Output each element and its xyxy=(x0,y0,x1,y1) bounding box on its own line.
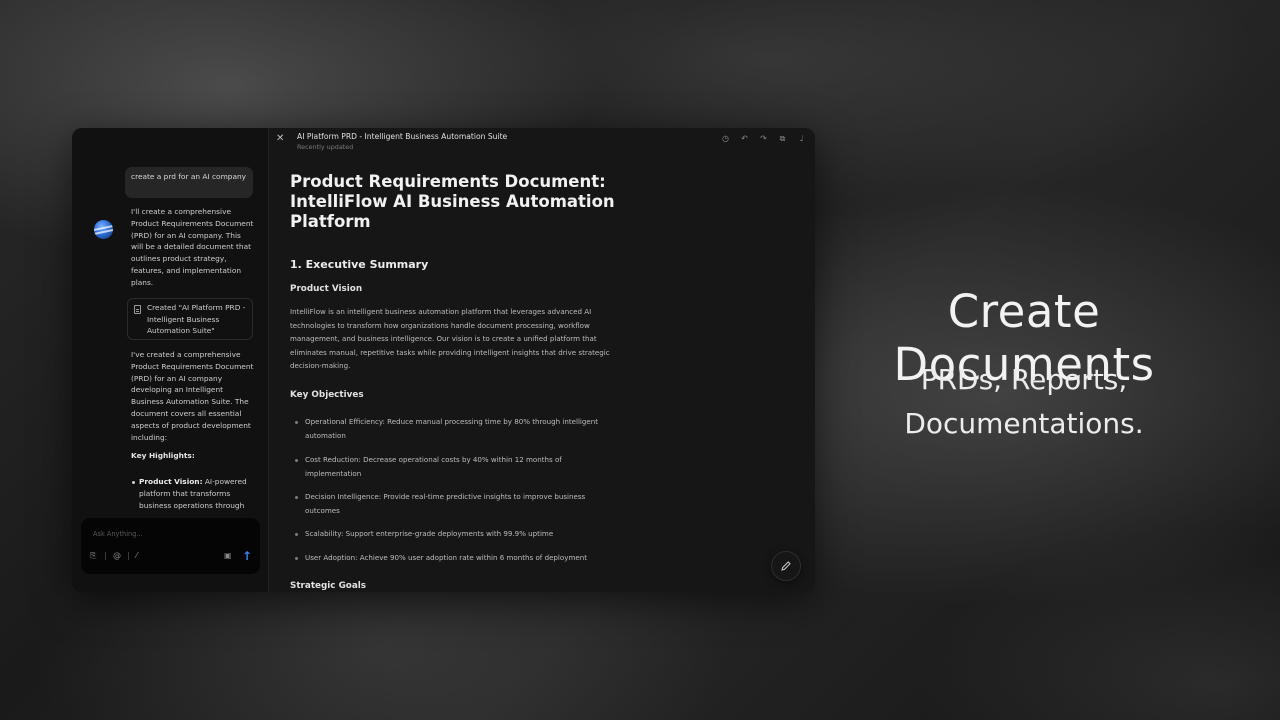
promo-subtitle-line: PRDs, Reports, xyxy=(920,363,1128,396)
microphone-icon[interactable]: ♩ xyxy=(796,134,807,144)
paperclip-icon[interactable]: ⎘ xyxy=(90,551,96,561)
assistant-avatar xyxy=(94,220,113,239)
subsection-heading: Product Vision xyxy=(290,284,363,294)
at-icon[interactable]: @ xyxy=(113,551,121,561)
created-document-card[interactable]: Created "AI Platform PRD - Intelligent B… xyxy=(127,298,253,340)
user-message: create a prd for an AI company xyxy=(125,167,253,198)
list-item: Scalability: Support enterprise-grade de… xyxy=(295,527,615,541)
divider xyxy=(105,552,106,560)
highlights-list: Product Vision: AI-powered platform that… xyxy=(131,476,255,511)
list-item: User Adoption: Achieve 90% user adoption… xyxy=(295,551,615,565)
document-icon xyxy=(134,305,141,314)
subsection-heading: Key Objectives xyxy=(290,390,364,400)
list-item: Decision Intelligence: Provide real-time… xyxy=(295,490,615,518)
document-toolbar: ◷ ↶ ↷ ⧉ ♩ xyxy=(720,134,807,144)
highlight-label: Product Vision: xyxy=(139,477,203,486)
undo-icon[interactable]: ↶ xyxy=(739,134,750,144)
close-icon[interactable]: ✕ xyxy=(276,133,284,145)
assistant-message-intro: I'll create a comprehensive Product Requ… xyxy=(131,207,254,287)
promo-subtitle-line: Documentations. xyxy=(904,407,1144,440)
document-title: Product Requirements Document: IntelliFl… xyxy=(290,172,615,231)
subsection-heading: Strategic Goals xyxy=(290,581,367,591)
edit-button[interactable] xyxy=(771,551,801,581)
chat-composer: ⎘ @ ⁄ ▣ ↑ xyxy=(81,518,260,574)
document-updated-status: Recently updated xyxy=(297,143,354,151)
list-item: Operational Efficiency: Reduce manual pr… xyxy=(295,415,615,443)
copy-icon[interactable]: ⧉ xyxy=(777,134,788,144)
image-icon[interactable]: ▣ xyxy=(224,551,232,561)
promo-subtitle: PRDs, Reports, Documentations. xyxy=(846,358,1202,446)
document-header-title: AI Platform PRD - Intelligent Business A… xyxy=(297,132,508,141)
app-window: create a prd for an AI company I'll crea… xyxy=(72,128,815,592)
list-item: Cost Reduction: Decrease operational cos… xyxy=(295,453,615,481)
document-header: ✕ AI Platform PRD - Intelligent Business… xyxy=(269,128,815,156)
chat-input[interactable] xyxy=(93,527,243,541)
highlights-heading: Key Highlights: xyxy=(131,451,195,460)
history-icon[interactable]: ◷ xyxy=(720,134,731,144)
document-panel: ✕ AI Platform PRD - Intelligent Business… xyxy=(269,128,815,592)
divider xyxy=(128,552,129,560)
chat-messages[interactable]: create a prd for an AI company I'll crea… xyxy=(72,128,269,514)
created-document-label: Created "AI Platform PRD - Intelligent B… xyxy=(147,303,246,335)
redo-icon[interactable]: ↷ xyxy=(758,134,769,144)
section-heading: 1. Executive Summary xyxy=(290,258,429,271)
product-vision-text: IntelliFlow is an intelligent business a… xyxy=(290,307,610,371)
send-button[interactable]: ↑ xyxy=(241,549,253,563)
slash-command-icon[interactable]: ⁄ xyxy=(136,551,137,561)
document-content[interactable]: Product Requirements Document: IntelliFl… xyxy=(290,172,630,591)
assistant-message-followup: I've created a comprehensive Product Req… xyxy=(131,350,254,442)
list-item: Product Vision: AI-powered platform that… xyxy=(131,476,255,511)
chat-panel: create a prd for an AI company I'll crea… xyxy=(72,128,269,592)
pencil-icon xyxy=(781,561,791,571)
